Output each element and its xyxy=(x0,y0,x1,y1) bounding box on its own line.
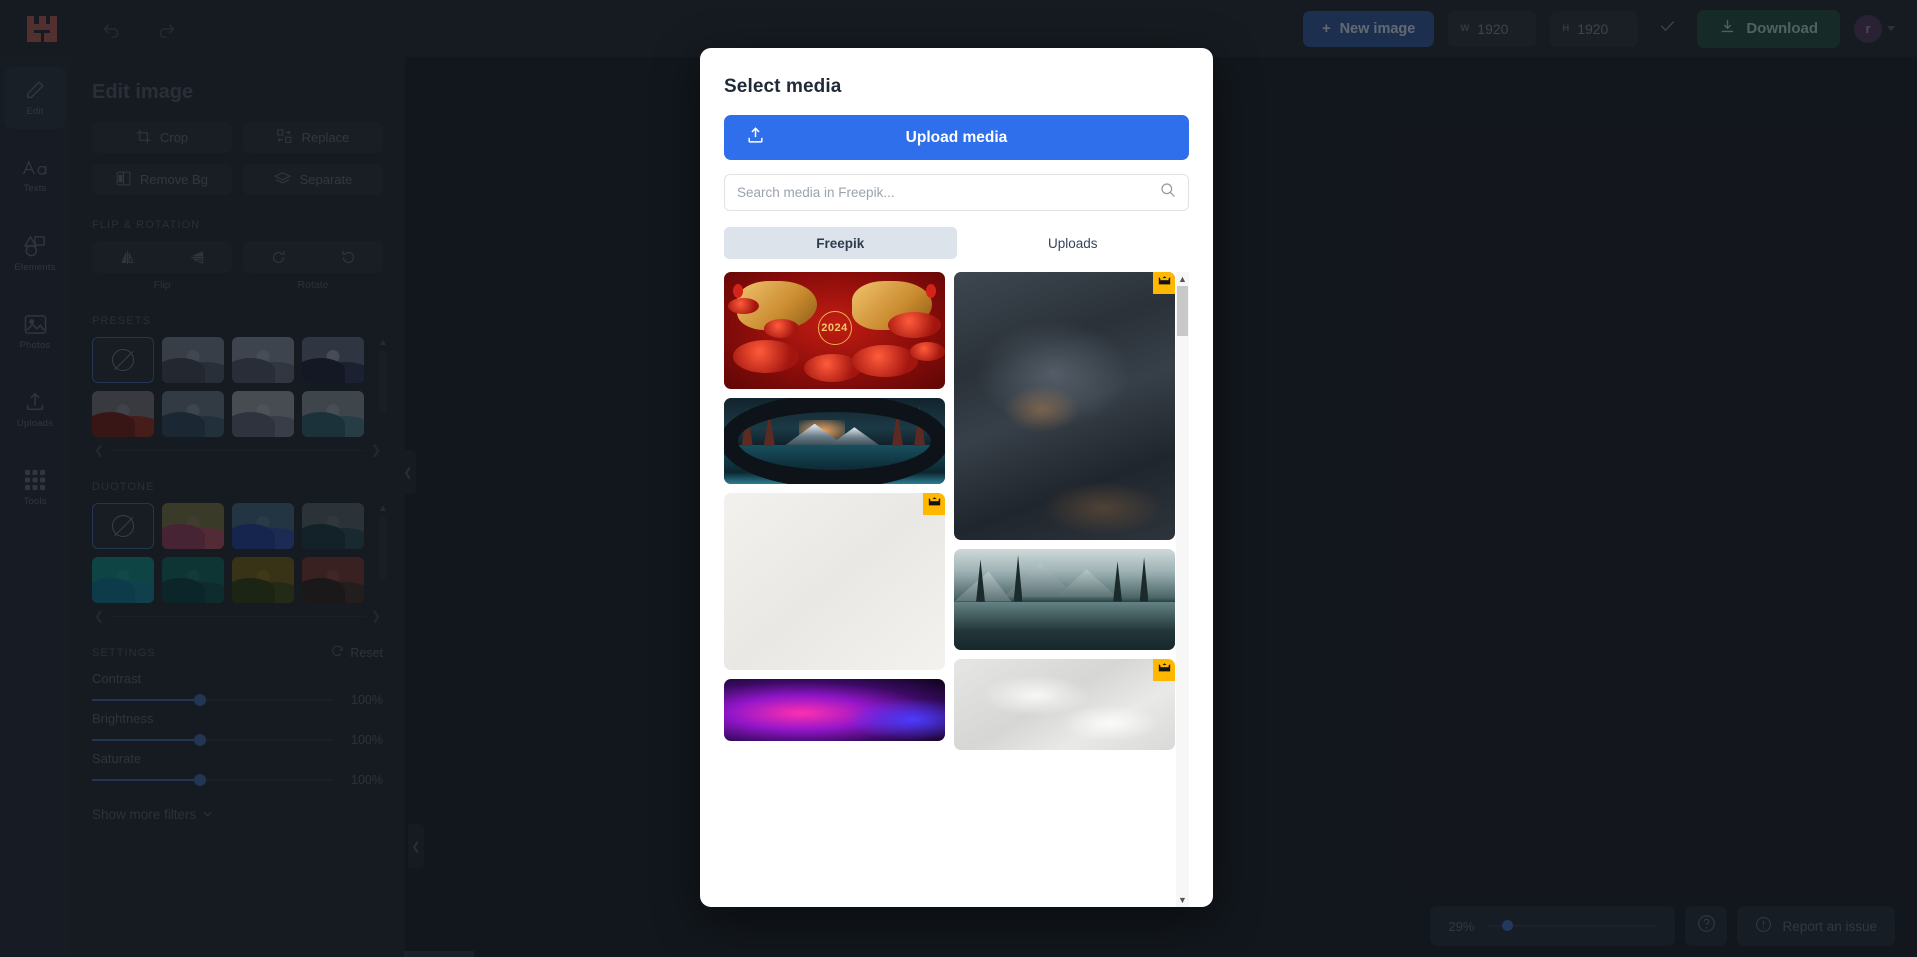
media-card[interactable] xyxy=(954,659,1175,750)
premium-badge xyxy=(1153,659,1175,681)
search-icon[interactable] xyxy=(1160,182,1176,203)
artwork xyxy=(724,398,945,484)
crown-icon xyxy=(1158,661,1171,679)
modal-title: Select media xyxy=(724,76,842,97)
media-column-left: 2024 xyxy=(724,272,945,907)
search-media-box[interactable] xyxy=(724,174,1189,211)
tab-freepik[interactable]: Freepik xyxy=(724,227,957,259)
scroll-down-icon[interactable]: ▼ xyxy=(1178,893,1187,907)
upload-media-button[interactable]: Upload media xyxy=(724,115,1189,160)
artwork: 2024 xyxy=(724,272,945,389)
scrollbar-thumb[interactable] xyxy=(1177,286,1188,336)
crown-icon xyxy=(928,495,941,513)
artwork xyxy=(724,493,945,670)
media-card[interactable]: 2024 xyxy=(724,272,945,389)
artwork xyxy=(954,549,1175,650)
scroll-up-icon[interactable]: ▲ xyxy=(1178,272,1187,286)
media-source-tabs: Freepik Uploads xyxy=(724,227,1189,259)
tab-uploads[interactable]: Uploads xyxy=(957,227,1190,259)
artwork xyxy=(724,679,945,741)
select-media-modal: Select media Upload media Freepik Upload… xyxy=(700,48,1213,907)
artwork-year: 2024 xyxy=(821,322,848,335)
crown-icon xyxy=(1158,274,1171,292)
upload-media-label: Upload media xyxy=(905,128,1008,146)
media-column-right xyxy=(954,272,1175,907)
app-root: + New image W 1920 H 1920 xyxy=(0,0,1917,957)
upload-icon xyxy=(746,126,765,150)
artwork xyxy=(954,659,1175,750)
media-grid: 2024 ▲ ▼ xyxy=(724,272,1189,907)
premium-badge xyxy=(923,493,945,515)
media-card[interactable] xyxy=(724,493,945,670)
premium-badge xyxy=(1153,272,1175,294)
media-card[interactable] xyxy=(954,549,1175,650)
media-card[interactable] xyxy=(724,398,945,484)
artwork xyxy=(954,272,1175,540)
media-grid-scrollbar[interactable]: ▲ ▼ xyxy=(1176,272,1189,907)
search-input[interactable] xyxy=(737,185,1160,200)
media-card[interactable] xyxy=(954,272,1175,540)
media-card[interactable] xyxy=(724,679,945,741)
